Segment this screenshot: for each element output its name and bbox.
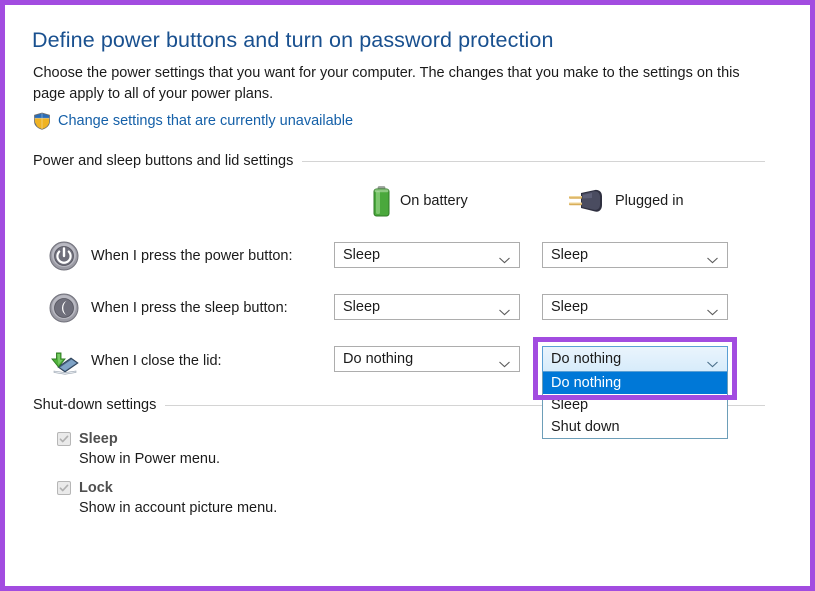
dropdown-close-lid-plugged-in-list[interactable]: Do nothing Sleep Shut down bbox=[542, 372, 728, 439]
combo-power-button-on-battery[interactable]: Sleep bbox=[334, 242, 520, 268]
chevron-down-icon bbox=[706, 251, 719, 264]
combo-sleep-button-on-battery-value: Sleep bbox=[343, 299, 381, 315]
column-header-plugged-in: Plugged in bbox=[565, 184, 684, 218]
dropdown-option-do-nothing[interactable]: Do nothing bbox=[543, 372, 727, 394]
checkbox-sleep-description: Show in Power menu. bbox=[79, 451, 221, 467]
section-power-sleep-lid: Power and sleep buttons and lid settings bbox=[33, 153, 765, 169]
battery-icon bbox=[373, 185, 390, 217]
section-power-label: Power and sleep buttons and lid settings bbox=[33, 153, 294, 169]
combo-sleep-button-plugged-in[interactable]: Sleep bbox=[542, 294, 728, 320]
section-divider bbox=[302, 160, 765, 162]
chevron-down-icon bbox=[706, 355, 719, 368]
combo-close-lid-on-battery[interactable]: Do nothing bbox=[334, 346, 520, 372]
power-button-icon bbox=[49, 241, 79, 271]
row-power-button: When I press the power button: bbox=[49, 236, 293, 276]
column-header-on-battery: On battery bbox=[373, 184, 468, 218]
checkbox-lock[interactable] bbox=[57, 480, 71, 495]
row-power-button-label: When I press the power button: bbox=[91, 248, 293, 264]
page-description: Choose the power settings that you want … bbox=[33, 65, 740, 102]
combo-close-lid-on-battery-value: Do nothing bbox=[343, 351, 414, 367]
section-shutdown-label: Shut-down settings bbox=[33, 397, 157, 413]
combo-close-lid-plugged-in[interactable]: Do nothing bbox=[542, 346, 728, 372]
row-close-lid: When I close the lid: bbox=[49, 341, 222, 381]
combo-power-button-plugged-in[interactable]: Sleep bbox=[542, 242, 728, 268]
dropdown-option-shut-down[interactable]: Shut down bbox=[543, 416, 727, 438]
chevron-down-icon bbox=[706, 303, 719, 316]
sleep-button-icon bbox=[49, 293, 79, 323]
chevron-down-icon bbox=[498, 355, 511, 368]
combo-close-lid-plugged-in-value: Do nothing bbox=[551, 351, 622, 367]
change-settings-link-text[interactable]: Change settings that are currently unava… bbox=[58, 113, 353, 129]
combo-power-button-plugged-in-value: Sleep bbox=[551, 247, 589, 263]
column-header-plugged-in-label: Plugged in bbox=[615, 193, 684, 209]
checkbox-row-sleep[interactable]: Sleep bbox=[57, 429, 220, 448]
checkbox-item-sleep: Sleep Show in Power menu. bbox=[57, 429, 220, 467]
power-plug-icon bbox=[565, 188, 605, 214]
combo-sleep-button-plugged-in-value: Sleep bbox=[551, 299, 589, 315]
chevron-down-icon bbox=[498, 251, 511, 264]
row-sleep-button-label: When I press the sleep button: bbox=[91, 300, 288, 316]
dropdown-option-sleep[interactable]: Sleep bbox=[543, 394, 727, 416]
combo-power-button-on-battery-value: Sleep bbox=[343, 247, 381, 263]
laptop-lid-icon bbox=[49, 346, 79, 376]
checkbox-lock-description: Show in account picture menu. bbox=[79, 500, 278, 516]
page-title: Define power buttons and turn on passwor… bbox=[32, 28, 554, 52]
row-close-lid-label: When I close the lid: bbox=[91, 353, 222, 369]
checkbox-row-lock[interactable]: Lock bbox=[57, 478, 277, 497]
checkbox-item-lock: Lock Show in account picture menu. bbox=[57, 478, 277, 516]
screenshot-frame: Define power buttons and turn on passwor… bbox=[0, 0, 815, 591]
power-options-panel: Define power buttons and turn on passwor… bbox=[5, 5, 810, 586]
combo-sleep-button-on-battery[interactable]: Sleep bbox=[334, 294, 520, 320]
column-header-on-battery-label: On battery bbox=[400, 193, 468, 209]
change-settings-link[interactable]: Change settings that are currently unava… bbox=[33, 110, 353, 132]
checkbox-sleep[interactable] bbox=[57, 431, 71, 446]
checkbox-sleep-label: Sleep bbox=[79, 430, 118, 447]
chevron-down-icon bbox=[498, 303, 511, 316]
checkbox-lock-label: Lock bbox=[79, 479, 113, 496]
row-sleep-button: When I press the sleep button: bbox=[49, 288, 288, 328]
shield-icon bbox=[33, 112, 51, 130]
